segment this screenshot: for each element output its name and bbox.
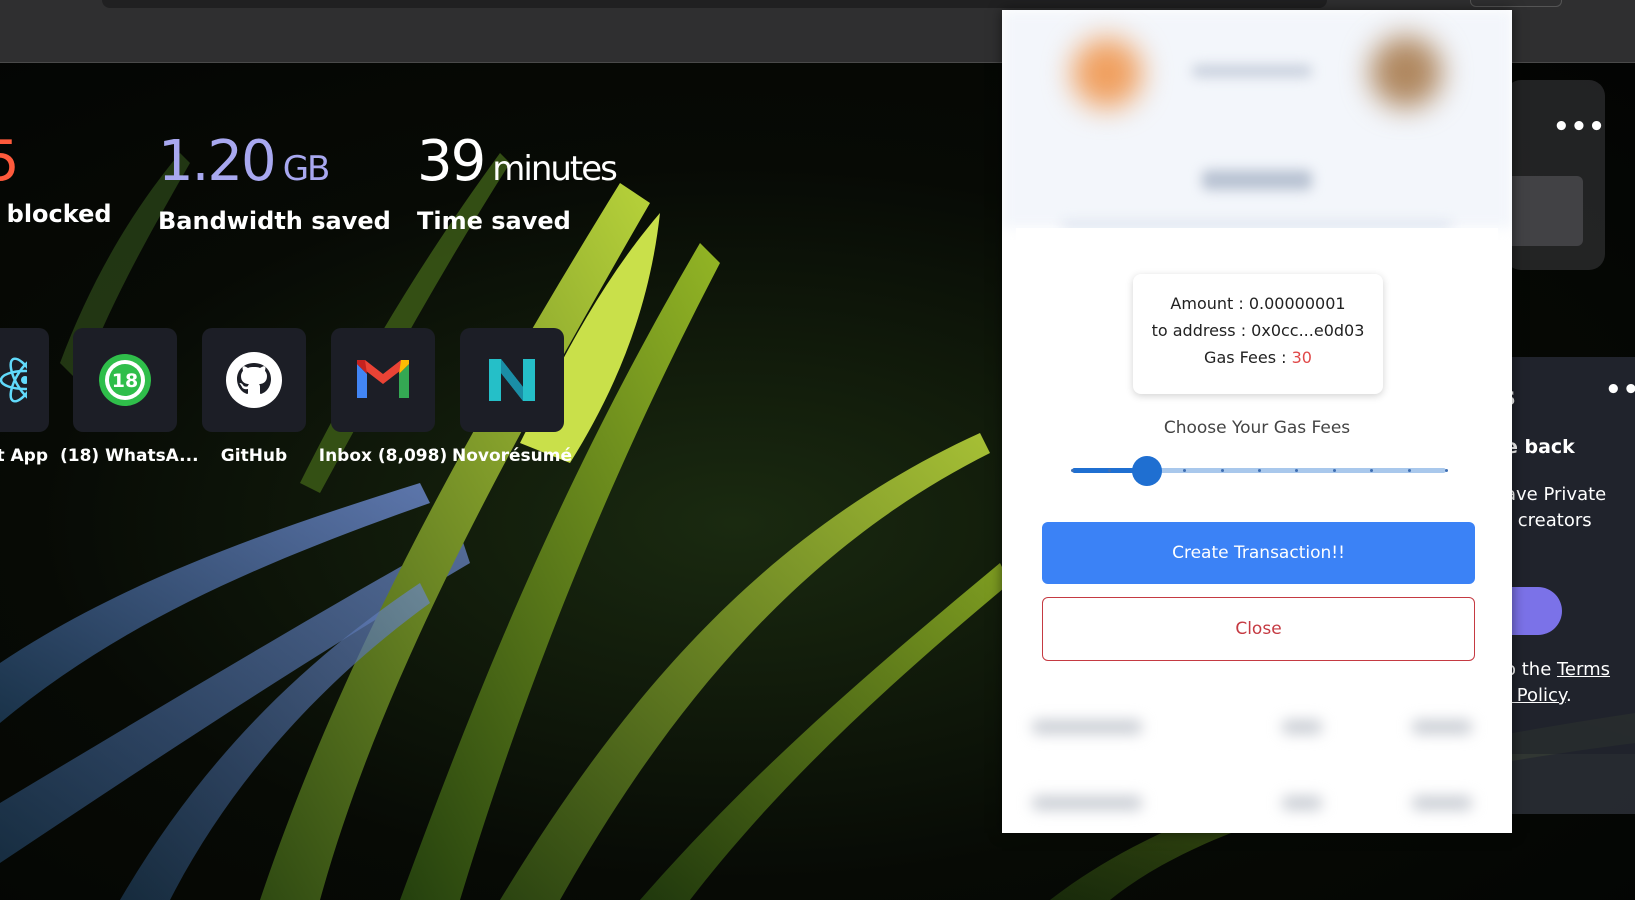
time-value: 39 [417, 129, 486, 194]
whatsapp-icon: 18 [99, 354, 151, 406]
shortcut-tile-github[interactable] [202, 328, 306, 432]
shortcut-tile-app[interactable] [0, 328, 49, 432]
shortcut-label-whatsapp: (18) WhatsA... [60, 446, 199, 466]
background-widget-top [1505, 80, 1605, 270]
gmail-icon [357, 360, 409, 398]
rewards-text-line1: ave Private [1505, 484, 1607, 505]
bandwidth-label: Bandwidth saved [158, 207, 391, 235]
terms-prefix: o the [1505, 659, 1557, 680]
transaction-panel: Amount : 0.00000001 to address : 0x0cc..… [1016, 228, 1498, 690]
amount-value: 0.00000001 [1248, 294, 1346, 313]
widget-content-box [1505, 176, 1583, 246]
blurred-list-item [1412, 796, 1472, 810]
slider-tick [1445, 469, 1448, 472]
time-label: Time saved [417, 207, 571, 235]
transaction-summary-card: Amount : 0.00000001 to address : 0x0cc..… [1133, 274, 1383, 394]
shortcut-label-gmail: Inbox (8,098) [318, 446, 448, 466]
gas-fee-title: Choose Your Gas Fees [1163, 418, 1351, 438]
rewards-subheading-fragment: e back [1505, 436, 1575, 458]
blurred-list-item [1282, 720, 1322, 734]
balance-blurred [1202, 170, 1312, 190]
address-value: 0x0cc...e0d03 [1251, 321, 1365, 340]
terms-line: o the Terms [1505, 659, 1610, 680]
close-button[interactable]: Close [1042, 597, 1475, 661]
amount-row: Amount : 0.00000001 [1133, 290, 1383, 317]
slider-tick [1332, 469, 1336, 472]
bandwidth-unit: GB [282, 149, 331, 189]
slider-tick [1220, 469, 1224, 472]
gas-fee-slider[interactable] [1071, 456, 1452, 486]
github-icon [226, 352, 282, 408]
blurred-list-item [1032, 720, 1142, 734]
ads-blocked-label: s blocked [0, 200, 112, 228]
time-unit: minutes [492, 149, 618, 189]
rewards-menu-icon[interactable]: ••• [1605, 375, 1635, 405]
shortcut-label-app: t App [0, 446, 48, 466]
policy-line: / Policy. [1505, 685, 1572, 706]
address-bar[interactable] [102, 0, 1327, 8]
blurred-list-item [1412, 720, 1472, 734]
address-row: to address : 0x0cc...e0d03 [1133, 317, 1383, 344]
whatsapp-badge: 18 [112, 370, 138, 392]
wallet-extension-popup: Amount : 0.00000001 to address : 0x0cc..… [1002, 10, 1512, 833]
blurred-list-item [1282, 796, 1322, 810]
shortcut-tile-novoresume[interactable] [460, 328, 564, 432]
toolbar-button[interactable] [1470, 0, 1562, 7]
terms-link[interactable]: Terms [1557, 659, 1610, 680]
shortcut-label-github: GitHub [220, 446, 288, 466]
background-widget-bottom [1500, 754, 1635, 814]
account-avatar-blurred [1072, 38, 1142, 108]
rewards-text-line2: t creators [1505, 510, 1592, 531]
network-avatar-blurred [1370, 36, 1442, 108]
slider-tick [1071, 469, 1074, 472]
shortcut-tile-gmail[interactable] [331, 328, 435, 432]
shortcut-label-novoresume: Novorésumé [451, 446, 573, 466]
popup-header-blurred [1002, 10, 1512, 228]
slider-tick [1258, 469, 1261, 472]
shortcut-tile-whatsapp[interactable]: 18 [73, 328, 177, 432]
create-transaction-button[interactable]: Create Transaction!! [1042, 522, 1475, 584]
policy-suffix: . [1566, 685, 1572, 706]
address-label: to address : [1151, 321, 1252, 340]
react-icon [0, 357, 27, 403]
gas-fee-row: Gas Fees : 30 [1133, 344, 1383, 371]
slider-thumb[interactable] [1131, 456, 1162, 486]
amount-label: Amount : [1170, 294, 1249, 313]
time-saved-stat: 39 minutes Time saved [417, 129, 618, 236]
blurred-list-item [1032, 796, 1142, 810]
ads-blocked-count: 5 [0, 132, 112, 192]
ads-blocked-stat: 5 s blocked [0, 132, 112, 229]
popup-footer-blurred [1002, 700, 1512, 833]
account-name-blurred [1192, 65, 1312, 77]
gas-fee-label: Gas Fees : [1204, 348, 1292, 367]
widget-menu-icon[interactable]: ••• [1553, 112, 1606, 142]
bandwidth-value: 1.20 [158, 129, 277, 194]
novoresume-icon [489, 359, 535, 401]
bandwidth-stat: 1.20 GB Bandwidth saved [158, 129, 391, 236]
slider-tick [1407, 469, 1411, 472]
gas-fee-value: 30 [1291, 348, 1312, 367]
policy-link[interactable]: / Policy [1505, 685, 1566, 706]
